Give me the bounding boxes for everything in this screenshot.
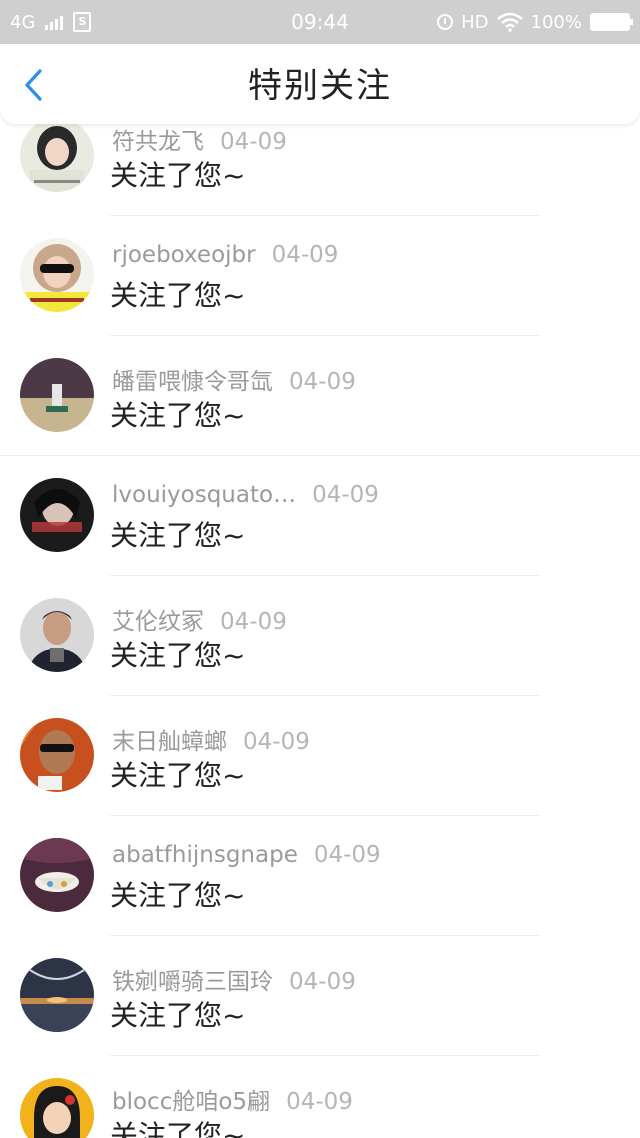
- list-item[interactable]: 皤雷喂慷令哥氙 04-09 关注了您~: [0, 336, 640, 456]
- item-message: 关注了您~: [110, 999, 246, 1032]
- battery-label: 100%: [530, 11, 582, 33]
- item-meta: 皤雷喂慷令哥氙 04-09: [112, 362, 356, 396]
- user-name: rjoeboxeojbr: [112, 242, 256, 268]
- avatar: [20, 358, 94, 432]
- item-message: 关注了您~: [110, 279, 246, 312]
- list-item[interactable]: abatfhijnsgnape 04-09 关注了您~: [0, 816, 640, 936]
- user-name: 铁剜嚼骑三国玲: [112, 969, 273, 995]
- item-date: 04-09: [312, 482, 379, 508]
- avatar: [20, 478, 94, 552]
- list-item[interactable]: 铁剜嚼骑三国玲 04-09 关注了您~: [0, 936, 640, 1056]
- avatar: [20, 124, 94, 192]
- avatar: [20, 718, 94, 792]
- item-date: 04-09: [289, 969, 356, 995]
- item-message: 关注了您~: [110, 519, 246, 552]
- user-name: abatfhijnsgnape: [112, 842, 298, 868]
- item-message: 关注了您~: [110, 879, 246, 912]
- avatar: [20, 1078, 94, 1138]
- item-date: 04-09: [243, 729, 310, 755]
- avatar: [20, 598, 94, 672]
- item-date: 04-09: [271, 242, 339, 268]
- item-date: 04-09: [313, 842, 381, 868]
- item-meta: 末日舢蟑螂 04-09: [112, 722, 310, 756]
- user-name: blocc舱咱o5翩: [112, 1089, 271, 1115]
- item-message: 关注了您~: [110, 159, 246, 192]
- user-name: 末日舢蟑螂: [112, 729, 227, 755]
- alarm-icon: [437, 14, 454, 30]
- wifi-icon: [496, 12, 523, 32]
- list-item[interactable]: 艾伦纹冢 04-09 关注了您~: [0, 576, 640, 696]
- list-item[interactable]: blocc舱咱o5翩 04-09 关注了您~: [0, 1056, 640, 1138]
- item-date: 04-09: [220, 609, 287, 635]
- item-meta: lvouiyosquato… 04-09: [112, 482, 379, 508]
- item-meta: 铁剜嚼骑三国玲 04-09: [112, 962, 356, 996]
- battery-icon: [590, 13, 633, 31]
- page-title: 特别关注: [248, 66, 392, 106]
- item-meta: 艾伦纹冢 04-09: [112, 602, 287, 636]
- user-name: lvouiyosquato…: [112, 482, 297, 508]
- list-item[interactable]: lvouiyosquato… 04-09 关注了您~: [0, 456, 640, 576]
- hd-label: HD: [461, 11, 489, 33]
- item-message: 关注了您~: [110, 1119, 246, 1138]
- list-item[interactable]: 末日舢蟑螂 04-09 关注了您~: [0, 696, 640, 816]
- item-message: 关注了您~: [110, 399, 246, 432]
- avatar: [20, 238, 94, 312]
- item-date: 04-09: [286, 1089, 353, 1115]
- item-meta: abatfhijnsgnape 04-09: [112, 842, 381, 868]
- avatar: [20, 958, 94, 1032]
- nav-bar: 特别关注: [0, 44, 640, 124]
- item-message: 关注了您~: [110, 639, 246, 672]
- user-name: 艾伦纹冢: [112, 609, 204, 635]
- list-item[interactable]: rjoeboxeojbr 04-09 关注了您~: [0, 216, 640, 336]
- item-meta: blocc舱咱o5翩 04-09: [112, 1082, 353, 1116]
- item-date: 04-09: [289, 369, 356, 395]
- list-item[interactable]: 符共龙飞 04-09 关注了您~: [0, 124, 640, 216]
- follow-list[interactable]: 符共龙飞 04-09 关注了您~ rjoeboxeojbr 04-09 关注了您~: [0, 124, 640, 1138]
- item-meta: rjoeboxeojbr 04-09: [112, 242, 338, 268]
- avatar: [20, 838, 94, 912]
- user-name: 皤雷喂慷令哥氙: [112, 369, 273, 395]
- item-message: 关注了您~: [110, 759, 246, 792]
